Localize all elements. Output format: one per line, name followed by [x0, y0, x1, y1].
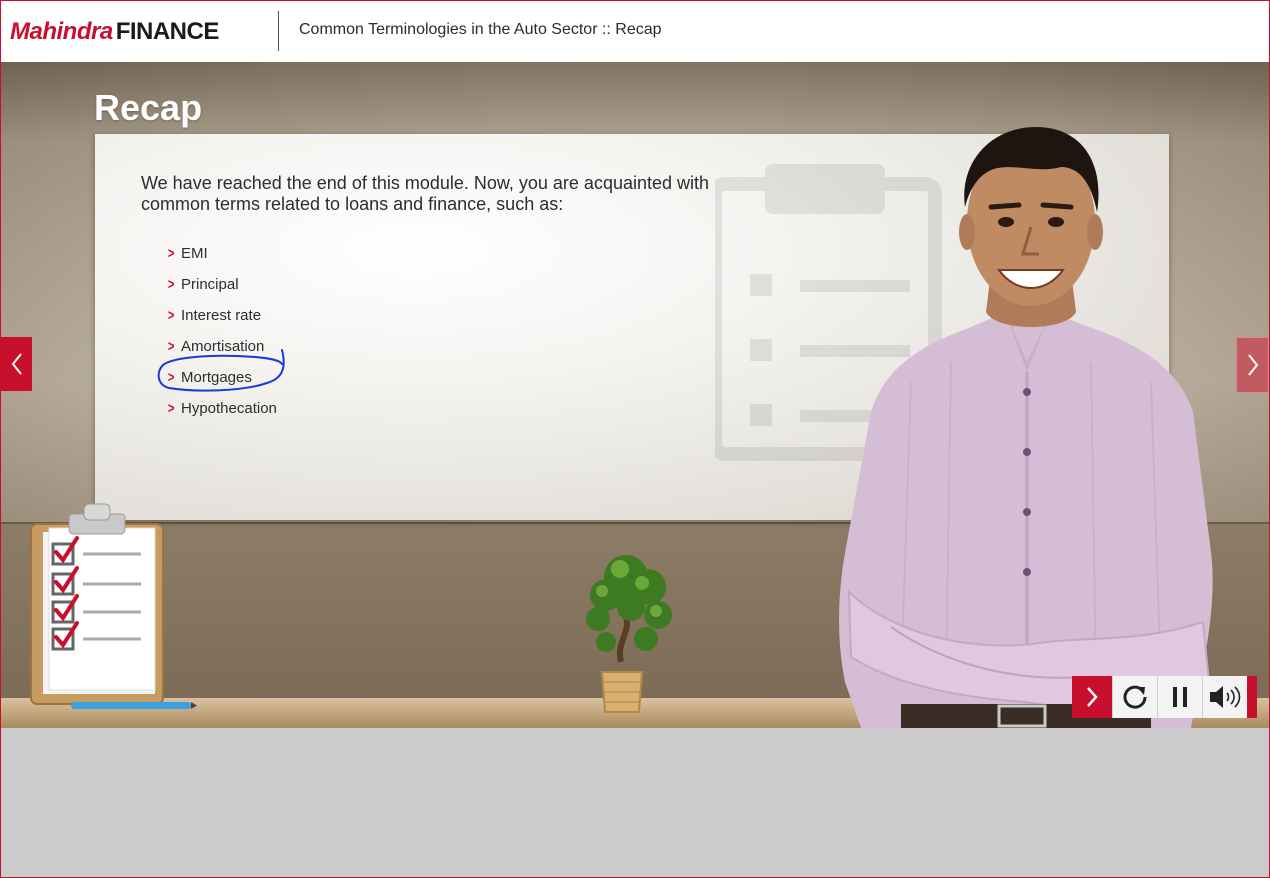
intro-text: We have reached the end of this module. …	[141, 173, 710, 214]
mahindra-finance-logo: Mahindra FINANCE	[10, 18, 219, 46]
term-label: Interest rate	[181, 307, 262, 324]
term-label: EMI	[181, 245, 208, 262]
term-label: Principal	[181, 276, 239, 293]
course-header: Mahindra FINANCE Common Terminologies in …	[1, 1, 1269, 63]
player-controls	[1072, 676, 1257, 718]
bullet-chevron-icon: >	[167, 307, 175, 324]
next-button[interactable]	[1072, 676, 1112, 718]
potted-plant-illustration	[586, 555, 672, 713]
checklist-clipboard-illustration	[30, 503, 197, 709]
header-divider	[278, 11, 279, 51]
list-item: > Interest rate	[166, 300, 277, 331]
control-bar-edge	[1247, 676, 1257, 718]
bullet-chevron-icon: >	[167, 276, 175, 293]
pause-button[interactable]	[1157, 676, 1202, 718]
slide-title: Recap	[94, 87, 203, 128]
list-item: > Principal	[166, 269, 277, 300]
course-title: Common Terminologies in the Auto Sector …	[299, 21, 662, 38]
logo-finance-text: FINANCE	[115, 18, 220, 45]
next-slide-button[interactable]	[1236, 337, 1269, 393]
presenter-man-illustration	[839, 127, 1213, 728]
pause-icon	[1173, 687, 1187, 707]
chevron-right-icon	[1247, 354, 1258, 376]
audio-button[interactable]	[1202, 676, 1247, 718]
replay-button[interactable]	[1112, 676, 1157, 718]
bullet-chevron-icon: >	[167, 400, 175, 417]
logo-brand-text: Mahindra	[10, 18, 113, 45]
slide-stage: Recap We have reached the end of this mo…	[1, 62, 1269, 728]
list-item: > EMI	[166, 238, 277, 269]
replay-icon	[1123, 685, 1147, 709]
term-label: Hypothecation	[181, 400, 277, 417]
bullet-chevron-icon: >	[167, 245, 175, 262]
chevron-right-icon	[1087, 687, 1098, 707]
previous-slide-button[interactable]	[1, 337, 32, 391]
handwritten-circle-annotation	[157, 349, 285, 392]
chevron-left-icon	[11, 353, 22, 375]
speaker-icon	[1210, 686, 1241, 708]
